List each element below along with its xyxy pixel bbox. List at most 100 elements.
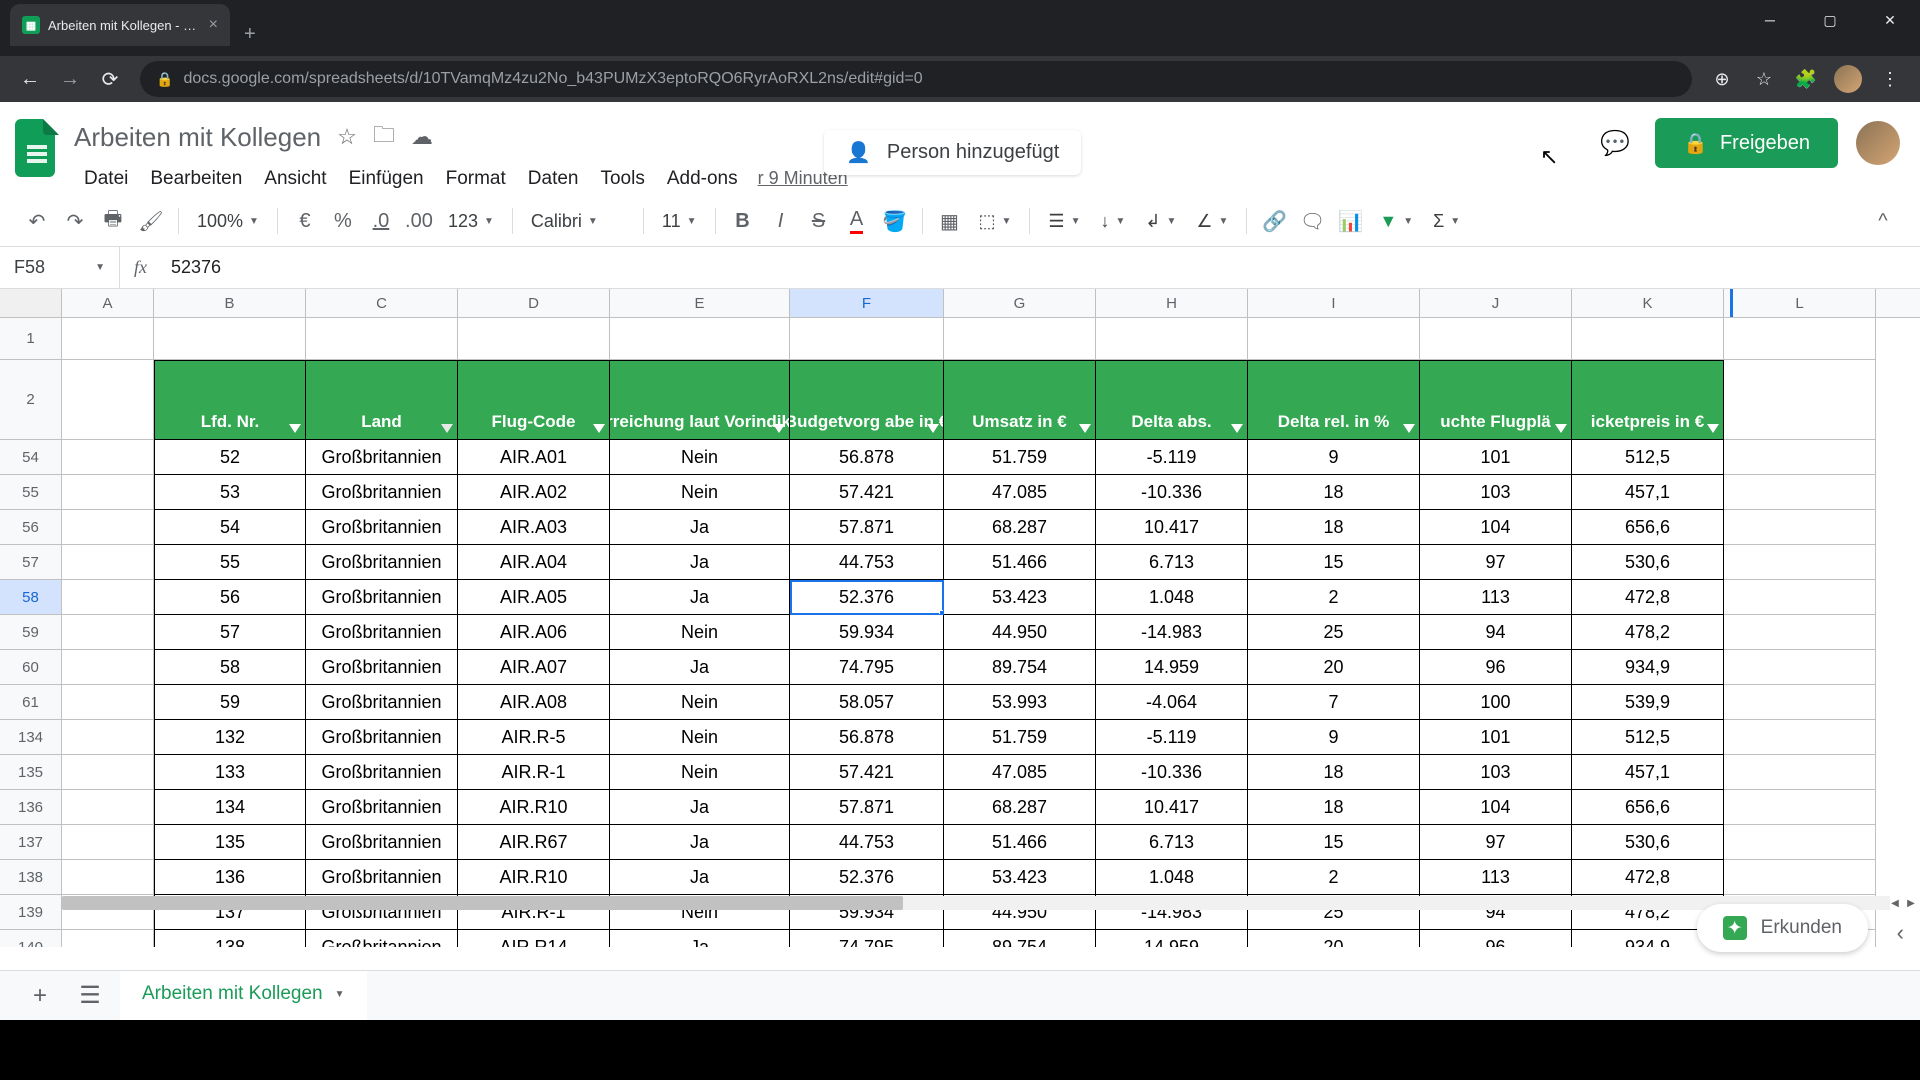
scroll-left-arrow[interactable]: ◀ <box>1888 896 1902 910</box>
cell[interactable]: 103 <box>1420 475 1572 510</box>
cell[interactable] <box>790 318 944 360</box>
cell[interactable] <box>154 318 306 360</box>
cell[interactable]: Großbritannien <box>306 755 458 790</box>
cell[interactable]: AIR.A04 <box>458 545 610 580</box>
cell[interactable]: 44.753 <box>790 545 944 580</box>
col-header-f[interactable]: F <box>790 289 944 317</box>
cell[interactable]: 97 <box>1420 825 1572 860</box>
cell[interactable]: AIR.A03 <box>458 510 610 545</box>
cell[interactable] <box>62 360 154 440</box>
new-tab-button[interactable]: + <box>230 23 270 46</box>
back-button[interactable]: ← <box>12 61 48 97</box>
cell[interactable] <box>62 545 154 580</box>
cell[interactable]: 44.950 <box>944 615 1096 650</box>
zoom-select[interactable]: 100%▼ <box>189 204 267 238</box>
row-header[interactable]: 57 <box>0 545 62 580</box>
cell[interactable] <box>1724 545 1876 580</box>
cell[interactable] <box>1724 615 1876 650</box>
row-header[interactable]: 56 <box>0 510 62 545</box>
col-header-k[interactable]: K <box>1572 289 1724 317</box>
cell[interactable]: AIR.A05 <box>458 580 610 615</box>
cell[interactable] <box>62 790 154 825</box>
cell[interactable]: AIR.A01 <box>458 440 610 475</box>
cell[interactable]: 96 <box>1420 930 1572 947</box>
cell[interactable]: 59.934 <box>790 615 944 650</box>
cell[interactable]: Ja <box>610 545 790 580</box>
percent-button[interactable]: % <box>326 204 360 238</box>
cell[interactable]: AIR.R14 <box>458 930 610 947</box>
cell[interactable]: 136 <box>154 860 306 895</box>
cell[interactable]: 54 <box>154 510 306 545</box>
col-header-d[interactable]: D <box>458 289 610 317</box>
cell[interactable]: 25 <box>1248 615 1420 650</box>
cell[interactable]: 96 <box>1420 650 1572 685</box>
cell[interactable]: 58.057 <box>790 685 944 720</box>
cell[interactable]: 539,9 <box>1572 685 1724 720</box>
cell[interactable]: Ja <box>610 650 790 685</box>
cell[interactable]: AIR.R-5 <box>458 720 610 755</box>
cell[interactable]: Nein <box>610 755 790 790</box>
text-color-button[interactable]: A <box>840 204 874 238</box>
cell[interactable]: 6.713 <box>1096 825 1248 860</box>
font-size-select[interactable]: 11▼ <box>654 204 705 238</box>
cell[interactable]: 52 <box>154 440 306 475</box>
bold-button[interactable]: B <box>726 204 760 238</box>
cell[interactable]: 15 <box>1248 545 1420 580</box>
formula-input[interactable]: 52376 <box>161 257 1920 278</box>
cell[interactable]: Ja <box>610 510 790 545</box>
document-title[interactable]: Arbeiten mit Kollegen <box>74 122 321 153</box>
cell[interactable] <box>62 580 154 615</box>
horizontal-scrollbar[interactable] <box>62 896 1890 910</box>
cell[interactable] <box>1724 860 1876 895</box>
cell[interactable]: 101 <box>1420 440 1572 475</box>
table-header[interactable]: Umsatz in € <box>944 360 1096 440</box>
sheet-grid[interactable]: A B C D E F G H I J K L 1254555657585960… <box>0 289 1920 947</box>
sheets-logo[interactable] <box>10 112 64 184</box>
browser-tab[interactable]: ▦ Arbeiten mit Kollegen - Google × <box>10 4 230 46</box>
menu-format[interactable]: Format <box>436 162 516 196</box>
cell[interactable]: AIR.R10 <box>458 790 610 825</box>
font-select[interactable]: Calibri▼ <box>523 204 633 238</box>
cell[interactable]: 14.959 <box>1096 930 1248 947</box>
cell[interactable]: 18 <box>1248 790 1420 825</box>
col-header-a[interactable]: A <box>62 289 154 317</box>
cell[interactable]: AIR.R-1 <box>458 755 610 790</box>
table-header[interactable]: Delta abs. <box>1096 360 1248 440</box>
cell[interactable]: Ja <box>610 790 790 825</box>
menu-bearbeiten[interactable]: Bearbeiten <box>140 162 252 196</box>
cell[interactable]: 53.993 <box>944 685 1096 720</box>
cell[interactable]: 9 <box>1248 720 1420 755</box>
minimize-button[interactable]: ─ <box>1740 0 1800 40</box>
cell[interactable]: 74.795 <box>790 930 944 947</box>
cell[interactable]: 58 <box>154 650 306 685</box>
cell[interactable]: 55 <box>154 545 306 580</box>
side-panel-toggle[interactable]: ‹ <box>1897 920 1904 946</box>
number-format-select[interactable]: 123▼ <box>440 204 502 238</box>
cell[interactable] <box>1724 755 1876 790</box>
cell[interactable] <box>1724 318 1876 360</box>
cell[interactable]: 478,2 <box>1572 615 1724 650</box>
explore-button[interactable]: ✦ Erkunden <box>1697 904 1868 952</box>
cell[interactable]: 10.417 <box>1096 510 1248 545</box>
cell[interactable]: Nein <box>610 440 790 475</box>
cell[interactable]: 656,6 <box>1572 510 1724 545</box>
currency-button[interactable]: € <box>288 204 322 238</box>
col-header-g[interactable]: G <box>944 289 1096 317</box>
row-header[interactable]: 55 <box>0 475 62 510</box>
strikethrough-button[interactable]: S <box>802 204 836 238</box>
cell[interactable]: 530,6 <box>1572 825 1724 860</box>
h-align-button[interactable]: ☰▼ <box>1040 204 1088 238</box>
cell[interactable]: 97 <box>1420 545 1572 580</box>
filter-icon[interactable] <box>1403 424 1415 433</box>
cell[interactable]: 1.048 <box>1096 860 1248 895</box>
rotate-button[interactable]: ∠▼ <box>1188 204 1236 238</box>
row-header[interactable]: 134 <box>0 720 62 755</box>
cell[interactable]: 20 <box>1248 930 1420 947</box>
cell[interactable]: 113 <box>1420 580 1572 615</box>
menu-einfuegen[interactable]: Einfügen <box>339 162 434 196</box>
table-header[interactable]: Zielerreichung laut Vorindikation <box>610 360 790 440</box>
cell[interactable]: Großbritannien <box>306 825 458 860</box>
cell[interactable]: 44.753 <box>790 825 944 860</box>
row-header[interactable]: 58 <box>0 580 62 615</box>
cell[interactable] <box>1724 440 1876 475</box>
